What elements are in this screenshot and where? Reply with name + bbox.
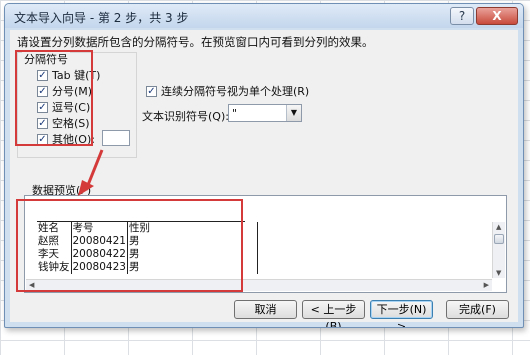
annotation-arrow bbox=[78, 149, 104, 196]
